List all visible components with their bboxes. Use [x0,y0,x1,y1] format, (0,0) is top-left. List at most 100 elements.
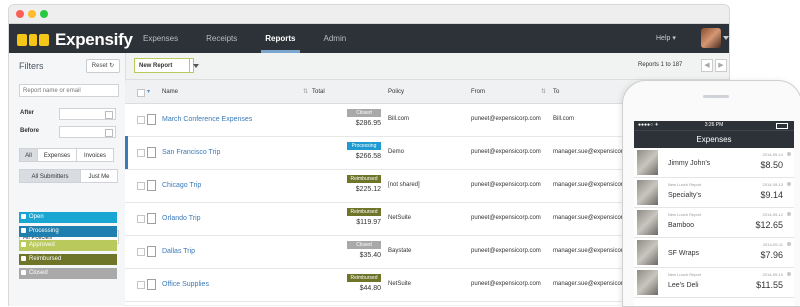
sort-icon[interactable]: ⇅ [541,88,546,95]
reset-icon: ↻ [109,63,115,69]
row-checkbox[interactable] [137,248,145,256]
document-icon [147,279,156,290]
report-total: $119.97 [356,219,381,226]
expense-date: 2014-09-11 [762,242,783,247]
select-all-checkbox[interactable] [137,89,145,97]
expense-item[interactable]: SF Wraps 2014-09-11 $7.96 [634,238,794,268]
chevron-down-icon[interactable]: ▾ [147,88,150,95]
document-icon [147,213,156,224]
status-badge: Processing [347,142,381,150]
phone-time: 3:26 PM [704,122,724,128]
row-checkbox[interactable] [137,149,145,157]
report-name-link[interactable]: Chicago Trip [162,182,201,189]
status-filter-approved[interactable]: Approved [19,240,117,251]
tab-admin[interactable]: Admin [310,24,361,53]
calendar-icon[interactable] [105,129,113,137]
search-input[interactable]: Report name or email [19,84,119,97]
tab-expenses[interactable]: Expenses [129,24,192,53]
tab-reports[interactable]: Reports [251,24,309,53]
minimize-window-button[interactable] [28,10,36,18]
chevron-down-icon[interactable] [189,59,201,72]
expense-item[interactable]: New Lunch Report Lee's Deli 2014-09-10 $… [634,268,794,298]
report-to: Bill.com [553,116,575,122]
expense-item[interactable]: New Lunch Report Specialty's 2014-09-13 … [634,178,794,208]
report-policy: Bill.com [388,116,410,122]
new-report-button[interactable]: New Report [134,58,199,73]
help-menu[interactable]: Help ▾ [656,34,676,42]
row-checkbox[interactable] [137,182,145,190]
report-name-link[interactable]: Office Supplies [162,281,209,288]
zoom-window-button[interactable] [40,10,48,18]
expense-date: 2014-09-14 [762,152,783,157]
header-policy[interactable]: Policy [388,89,404,95]
report-policy: NetSuite [388,215,412,221]
report-policy: Baystate [388,248,412,254]
phone-title: Expenses [634,130,794,148]
next-page-button[interactable]: ▶ [715,59,727,72]
header-total[interactable]: Total [312,89,325,95]
expense-item[interactable]: New Lunch Report Bamboo 2014-09-12 $12.6… [634,208,794,238]
before-label: Before [20,128,40,134]
expense-item[interactable]: Jimmy John's 2014-09-14 $8.50 [634,148,794,178]
row-checkbox[interactable] [137,215,145,223]
status-badge: Reimbursed [347,208,381,216]
phone-mockup: ●●●●○ ✈ 3:26 PM Expenses Jimmy John's 20… [622,80,800,307]
submitter-filter-just-me[interactable]: Just Me [80,169,118,183]
car-icon [17,34,27,46]
report-policy: Demo [388,149,405,155]
fork-icon [29,34,37,46]
before-date-field[interactable] [59,126,116,138]
expense-merchant: Jimmy John's [668,160,711,167]
sort-icon[interactable]: ⇅ [303,88,308,95]
reset-button[interactable]: Reset ↻ [86,59,120,73]
type-filter-expenses[interactable]: Expenses [37,148,77,162]
status-dot-icon [787,242,791,246]
expense-merchant: SF Wraps [668,250,699,257]
plane-icon [39,34,49,46]
header-name[interactable]: Name [162,89,178,95]
report-from: puneet@expensicorp.com [471,248,541,254]
expense-amount: $11.55 [756,280,783,290]
brand-name: Expensify [55,30,133,49]
after-date-field[interactable] [59,108,116,120]
report-name-link[interactable]: San Francisco Trip [162,149,220,156]
close-window-button[interactable] [16,10,24,18]
phone-status-bar: ●●●●○ ✈ 3:26 PM [634,121,794,130]
calendar-icon[interactable] [105,111,113,119]
report-name-link[interactable]: Dallas Trip [162,248,195,255]
chevron-down-icon[interactable] [723,36,729,40]
expense-date: 2014-09-13 [762,182,783,187]
report-from: puneet@expensicorp.com [471,281,541,287]
expense-date: 2014-09-10 [762,272,783,277]
status-dot-icon [787,272,791,276]
type-filter-invoices[interactable]: Invoices [76,148,114,162]
expense-merchant: Bamboo [668,222,695,229]
status-filter-processing[interactable]: Processing [19,226,117,237]
expensify-logo[interactable]: Expensify [17,30,133,50]
status-dot-icon [787,152,791,156]
report-from: puneet@expensicorp.com [471,215,541,221]
row-checkbox[interactable] [137,281,145,289]
receipt-thumbnail [637,180,658,205]
reports-toolbar: New Report Reports 1 to 187 ◀ ▶ [126,53,729,80]
header-from[interactable]: From [471,89,485,95]
avatar[interactable] [701,28,721,48]
type-filter-all[interactable]: All [19,148,38,162]
submitter-filter-all[interactable]: All Submitters [19,169,81,183]
row-checkbox[interactable] [137,116,145,124]
status-dot-icon [787,182,791,186]
status-filter-open[interactable]: Open [19,212,117,223]
expense-amount: $8.50 [760,160,783,170]
prev-page-button[interactable]: ◀ [701,59,713,72]
report-total: $266.58 [355,153,381,160]
status-badge: Closed [347,241,381,249]
status-badge: Reimbursed [347,274,381,282]
status-filter-closed[interactable]: Closed [19,268,117,279]
report-name-link[interactable]: March Conference Expenses [162,116,252,123]
report-to: manager.sue@expensicorp [553,149,627,155]
header-to[interactable]: To [553,89,559,95]
tab-receipts[interactable]: Receipts [192,24,251,53]
report-name-link[interactable]: Orlando Trip [162,215,201,222]
receipt-thumbnail [637,240,658,265]
status-filter-reimbursed[interactable]: Reimbursed [19,254,117,265]
